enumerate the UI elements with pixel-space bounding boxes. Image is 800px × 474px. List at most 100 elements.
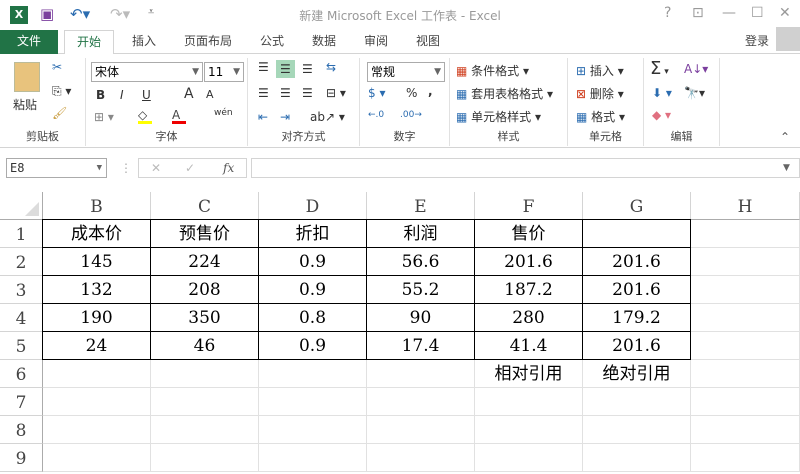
- cell-D3[interactable]: 0.9: [258, 275, 367, 304]
- paste-icon[interactable]: [14, 62, 40, 92]
- cell-C4[interactable]: 350: [150, 303, 259, 332]
- cell-B1[interactable]: 成本价: [42, 219, 151, 248]
- percent-button[interactable]: %: [406, 86, 417, 100]
- fill-icon[interactable]: ⬇ ▾: [652, 86, 672, 100]
- cell-D4[interactable]: 0.8: [258, 303, 367, 332]
- decrease-indent-icon[interactable]: ⇤: [258, 110, 268, 124]
- cell-B4[interactable]: 190: [42, 303, 151, 332]
- align-bottom-icon[interactable]: ☰: [302, 62, 313, 76]
- row-header-1[interactable]: 1: [0, 220, 43, 248]
- cell-H9[interactable]: [691, 444, 800, 472]
- cell-B9[interactable]: [43, 444, 151, 472]
- row-header-9[interactable]: 9: [0, 444, 43, 472]
- avatar[interactable]: [776, 27, 800, 51]
- cell-C5[interactable]: 46: [150, 331, 259, 360]
- column-header-E[interactable]: E: [367, 192, 475, 220]
- cell-F5[interactable]: 41.4: [474, 331, 583, 360]
- cell-E9[interactable]: [367, 444, 475, 472]
- italic-button[interactable]: I: [120, 88, 124, 102]
- increase-decimal-icon[interactable]: ←.0: [368, 110, 384, 120]
- cell-D6[interactable]: [259, 360, 367, 388]
- autosum-button[interactable]: Σ ▾: [650, 58, 669, 79]
- grow-font-button[interactable]: A: [184, 86, 194, 102]
- tab-formulas[interactable]: 公式: [252, 30, 292, 54]
- ribbon-display-button[interactable]: ⊡: [692, 5, 704, 21]
- currency-icon[interactable]: $ ▾: [368, 86, 385, 100]
- cell-H4[interactable]: [691, 304, 800, 332]
- cell-C9[interactable]: [151, 444, 259, 472]
- cell-H1[interactable]: [691, 220, 800, 248]
- collapse-ribbon-icon[interactable]: ⌃: [780, 130, 790, 144]
- align-top-icon[interactable]: ☰: [258, 60, 269, 74]
- fill-color-icon[interactable]: ◇: [138, 108, 152, 124]
- login-link[interactable]: 登录: [740, 30, 774, 54]
- find-select-icon[interactable]: 🔭▾: [684, 86, 705, 100]
- column-header-D[interactable]: D: [259, 192, 367, 220]
- cell-G1[interactable]: [582, 219, 691, 248]
- expand-formula-bar-icon[interactable]: ▼: [783, 163, 790, 173]
- align-center-icon[interactable]: ☰: [280, 86, 291, 100]
- cell-F3[interactable]: 187.2: [474, 275, 583, 304]
- font-color-icon[interactable]: A: [172, 108, 186, 124]
- align-left-icon[interactable]: ☰: [258, 86, 269, 100]
- border-icon[interactable]: ⊞ ▾: [94, 110, 114, 124]
- cell-E4[interactable]: 90: [366, 303, 475, 332]
- cell-E7[interactable]: [367, 388, 475, 416]
- row-header-8[interactable]: 8: [0, 416, 43, 444]
- cell-G9[interactable]: [583, 444, 691, 472]
- column-header-H[interactable]: H: [691, 192, 800, 220]
- select-all-button[interactable]: [0, 192, 43, 220]
- cell-C6[interactable]: [151, 360, 259, 388]
- tab-home[interactable]: 开始: [64, 30, 114, 55]
- insert-cells-button[interactable]: ⊞ 插入 ▾: [576, 62, 624, 79]
- cell-D7[interactable]: [259, 388, 367, 416]
- format-cells-button[interactable]: ▦ 格式 ▾: [576, 108, 625, 125]
- cell-F2[interactable]: 201.6: [474, 247, 583, 276]
- clear-icon[interactable]: ◆ ▾: [652, 108, 671, 122]
- tab-page-layout[interactable]: 页面布局: [176, 30, 240, 54]
- row-header-3[interactable]: 3: [0, 276, 43, 304]
- wrap-text-icon[interactable]: ⇆: [326, 60, 336, 74]
- phonetic-button[interactable]: wén: [214, 108, 233, 118]
- cell-C1[interactable]: 预售价: [150, 219, 259, 248]
- row-header-5[interactable]: 5: [0, 332, 43, 360]
- cell-H8[interactable]: [691, 416, 800, 444]
- cell-G2[interactable]: 201.6: [582, 247, 691, 276]
- cell-E6[interactable]: [367, 360, 475, 388]
- cell-D2[interactable]: 0.9: [258, 247, 367, 276]
- format-painter-icon[interactable]: 🖌: [52, 106, 67, 120]
- cell-styles-button[interactable]: ▦ 单元格样式 ▾: [456, 108, 541, 125]
- copy-icon[interactable]: ⎘ ▾: [52, 84, 71, 99]
- cell-C3[interactable]: 208: [150, 275, 259, 304]
- cell-C7[interactable]: [151, 388, 259, 416]
- maximize-button[interactable]: ☐: [751, 5, 764, 21]
- cell-F8[interactable]: [475, 416, 583, 444]
- tab-view[interactable]: 视图: [408, 30, 448, 54]
- cell-G3[interactable]: 201.6: [582, 275, 691, 304]
- cell-B6[interactable]: [43, 360, 151, 388]
- cell-D5[interactable]: 0.9: [258, 331, 367, 360]
- conditional-format-button[interactable]: ▦ 条件格式 ▾: [456, 62, 529, 79]
- cell-H2[interactable]: [691, 248, 800, 276]
- cell-B3[interactable]: 132: [42, 275, 151, 304]
- row-header-4[interactable]: 4: [0, 304, 43, 332]
- cell-B5[interactable]: 24: [42, 331, 151, 360]
- tab-file[interactable]: 文件: [0, 30, 58, 54]
- cell-E2[interactable]: 56.6: [366, 247, 475, 276]
- number-format-select[interactable]: 常规 ▼: [367, 62, 445, 82]
- decrease-decimal-icon[interactable]: .00→: [400, 110, 422, 120]
- cancel-button[interactable]: ✕: [151, 159, 161, 177]
- sort-filter-icon[interactable]: A↓▾: [684, 62, 708, 76]
- paste-button[interactable]: 粘贴: [13, 96, 37, 113]
- cell-G5[interactable]: 201.6: [582, 331, 691, 360]
- tab-review[interactable]: 审阅: [356, 30, 396, 54]
- cell-C8[interactable]: [151, 416, 259, 444]
- formula-input[interactable]: [251, 158, 800, 178]
- cell-H3[interactable]: [691, 276, 800, 304]
- cell-E5[interactable]: 17.4: [366, 331, 475, 360]
- merge-center-icon[interactable]: ⊟ ▾: [326, 86, 346, 100]
- enter-button[interactable]: ✓: [185, 159, 195, 177]
- cell-B8[interactable]: [43, 416, 151, 444]
- close-button[interactable]: ✕: [779, 5, 791, 21]
- tab-insert[interactable]: 插入: [124, 30, 164, 54]
